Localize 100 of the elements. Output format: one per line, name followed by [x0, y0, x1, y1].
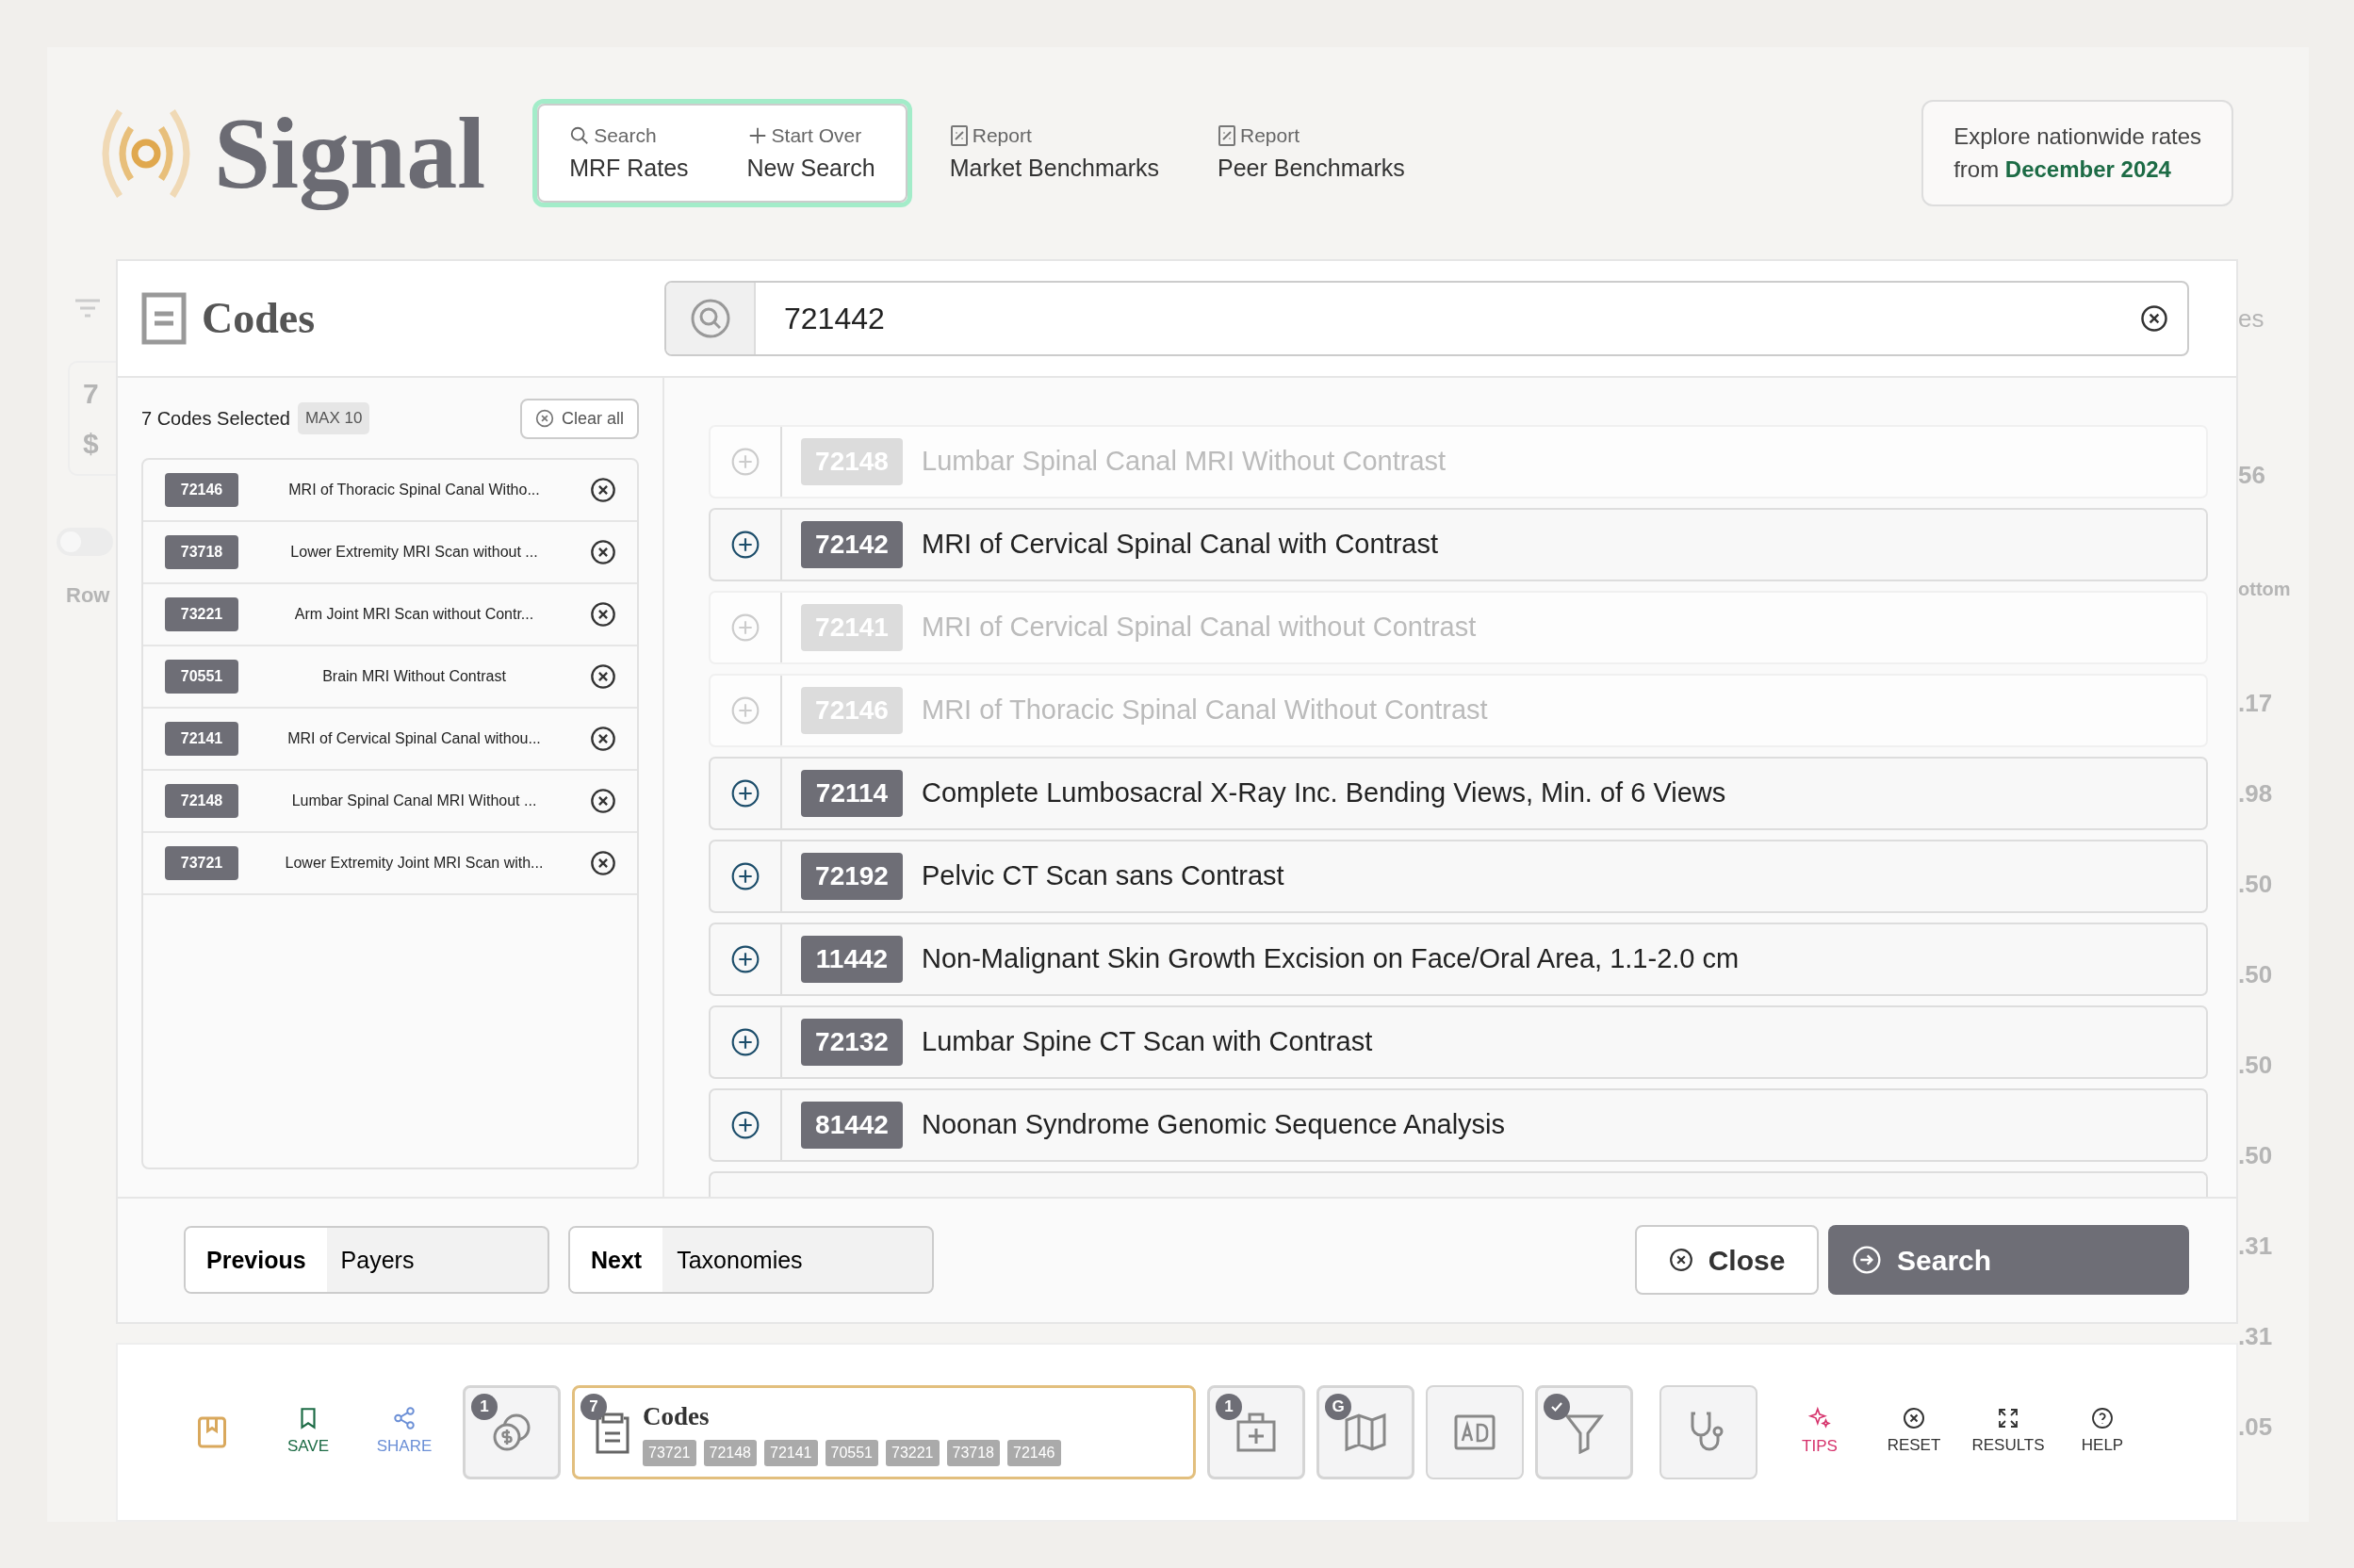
reset-button[interactable]: RESET — [1876, 1407, 1952, 1458]
ad-icon — [1453, 1413, 1496, 1451]
code-badge: 72192 — [801, 852, 903, 900]
code-chip: 73718 — [946, 1439, 1000, 1466]
code-description: Arm Joint MRI Scan without Contr... — [293, 604, 535, 624]
toolbar-tile[interactable] — [1659, 1385, 1757, 1479]
search-button[interactable]: Search — [1828, 1225, 2189, 1296]
close-icon — [590, 600, 616, 628]
result-description: MRI of Cervical Spinal Canal with Contrast — [922, 527, 1438, 561]
background-text: 7 — [83, 377, 100, 411]
result-description: MRI of Thoracic Spinal Canal Without Contrast — [922, 693, 1488, 727]
remove-button[interactable] — [590, 787, 616, 814]
nav-link[interactable]: Peer Benchmarks — [1218, 150, 1405, 186]
background-text: .50 — [2238, 1050, 2274, 1081]
background-text: .50 — [2238, 869, 2274, 900]
result-row[interactable]: 72142 MRI of Cervical Spinal Canal with Contrast — [709, 507, 2208, 581]
close-button[interactable]: Close — [1635, 1225, 1819, 1296]
result-description: Complete Lumbosacral X-Ray Inc. Bending Views, Min. of 6 Views — [922, 776, 1726, 809]
background-text: ottom — [2238, 578, 2292, 601]
code-chip: 72146 — [1007, 1439, 1061, 1466]
nav-link[interactable]: MRF Rates — [569, 150, 689, 186]
clear-icon — [2140, 303, 2168, 333]
remove-button[interactable] — [590, 600, 616, 628]
help-button[interactable]: HELP — [2065, 1407, 2140, 1458]
help-icon — [2091, 1407, 2114, 1430]
toolbar-tile[interactable]: 1 — [463, 1385, 561, 1479]
search-icon — [569, 124, 591, 146]
code-description: Lower Extremity Joint MRI Scan with... — [284, 853, 545, 873]
tips-button[interactable]: TIPS — [1782, 1406, 1857, 1459]
reset-icon — [1903, 1407, 1925, 1430]
code-description: Lower Extremity MRI Scan without ... — [289, 542, 539, 562]
remove-button[interactable] — [590, 538, 616, 565]
report-icon — [1218, 123, 1236, 147]
nav-link[interactable]: Market Benchmarks — [949, 150, 1159, 186]
code-description: MRI of Thoracic Spinal Canal Witho... — [287, 480, 541, 499]
close-icon — [590, 725, 616, 752]
plus-circle-icon — [730, 860, 760, 891]
clear-all-button[interactable]: Clear all — [519, 398, 639, 439]
code-badge: 11442 — [801, 935, 903, 983]
arrow-circle-icon — [1852, 1245, 1882, 1276]
code-badge: 72148 — [165, 783, 238, 818]
tile-title: Codes — [643, 1401, 711, 1432]
results-button[interactable]: RESULTS — [1970, 1407, 2046, 1458]
code-badge: 73721 — [165, 845, 238, 880]
code-badge: 72142 — [801, 520, 903, 568]
remove-button[interactable] — [590, 725, 616, 752]
result-description: Non-Malignant Skin Growth Excision on Face/Oral Area, 1.1-2.0 cm — [922, 941, 1740, 975]
code-badge: 72132 — [801, 1018, 903, 1066]
background-text: es — [2238, 303, 2265, 335]
nav-caption: Start Over — [771, 123, 862, 148]
document-icon — [141, 291, 187, 345]
sparkle-icon — [1807, 1406, 1832, 1431]
code-description: Brain MRI Without Contrast — [321, 666, 507, 686]
code-badge: 73221 — [165, 596, 238, 631]
next-button[interactable]: Next Taxonomies — [568, 1226, 934, 1295]
selected-count: 7 Codes Selected — [141, 407, 290, 432]
remove-button[interactable] — [590, 849, 616, 876]
result-row[interactable]: 72132 Lumbar Spine CT Scan with Contrast — [709, 1004, 2208, 1079]
code-badge: 72141 — [165, 721, 238, 756]
result-description: MRI of Cervical Spinal Canal without Contrast — [922, 610, 1477, 644]
code-chip: 70551 — [825, 1439, 878, 1466]
toolbar-tile[interactable] — [1426, 1385, 1524, 1479]
close-icon — [590, 538, 616, 565]
code-chip: 72148 — [703, 1439, 757, 1466]
remove-button[interactable] — [590, 476, 616, 503]
result-row[interactable]: 81442 Noonan Syndrome Genomic Sequence Analysis — [709, 1087, 2208, 1162]
share-icon — [392, 1406, 417, 1431]
plus-circle-icon — [730, 943, 760, 974]
nav-link[interactable]: New Search — [746, 150, 875, 186]
plus-circle-icon — [730, 777, 760, 808]
result-row[interactable]: 72192 Pelvic CT Scan sans Contrast — [709, 839, 2208, 913]
expand-icon — [1997, 1407, 2019, 1430]
close-icon — [1668, 1248, 1693, 1273]
promo-text: Explore nationwide rates from December 2024 — [1921, 99, 2233, 207]
code-description: Lumbar Spinal Canal MRI Without ... — [290, 791, 538, 810]
background-text: .98 — [2238, 778, 2274, 809]
toolbar-tile[interactable] — [1535, 1385, 1633, 1479]
toolbar-tile[interactable]: 1 — [1207, 1385, 1305, 1479]
toolbar-tile[interactable]: G — [1316, 1385, 1414, 1479]
result-row[interactable]: 72114 Complete Lumbosacral X-Ray Inc. Bending Views, Min. of 6 Views — [709, 756, 2208, 830]
plus-circle-icon — [730, 1109, 760, 1140]
save-button[interactable]: SAVE — [270, 1406, 346, 1459]
count-badge: G — [1325, 1394, 1351, 1420]
result-description: Pelvic CT Scan sans Contrast — [922, 858, 1284, 892]
background-text: Row — [66, 582, 111, 609]
document-icon — [594, 1413, 631, 1456]
previous-button[interactable]: Previous Payers — [184, 1226, 549, 1295]
result-row[interactable]: 11442 Non-Malignant Skin Growth Excision on Face/Oral Area, 1.1-2.0 cm — [709, 922, 2208, 996]
count-badge: 1 — [471, 1394, 498, 1420]
code-badge: 72146 — [165, 472, 238, 507]
logo-wordmark: Signal — [214, 96, 486, 212]
search-icon — [689, 297, 731, 339]
nav-caption: Report — [1240, 123, 1300, 148]
close-icon — [590, 787, 616, 814]
codes-tile[interactable]: Codes 73721 72148 72141 70551 73221 73718 72146 7 — [572, 1385, 1196, 1479]
code-chip: 73221 — [886, 1439, 940, 1466]
bookmark-icon — [195, 1415, 229, 1449]
background-text: $ — [83, 427, 100, 461]
remove-button[interactable] — [590, 662, 616, 690]
result-description: Lumbar Spine CT Scan with Contrast — [922, 1024, 1373, 1058]
